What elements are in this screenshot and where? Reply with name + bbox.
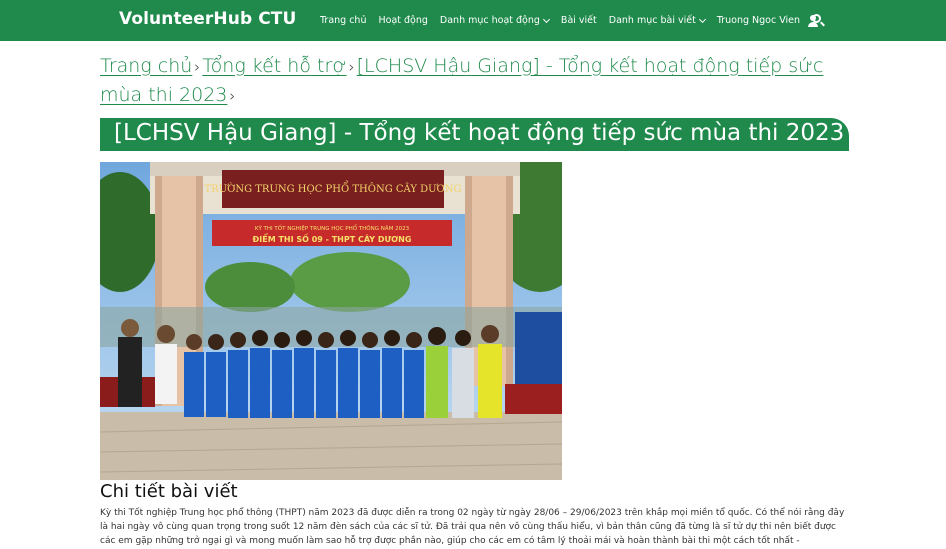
user-name: Truong Ngoc Vien bbox=[716, 15, 801, 26]
breadcrumb-category[interactable]: Tổng kết hỗ trợ bbox=[202, 55, 346, 77]
article-title: [LCHSV Hậu Giang] - Tổng kết hoạt động t… bbox=[114, 120, 845, 146]
nav-post-categories[interactable]: Danh mục bài viết bbox=[608, 15, 706, 26]
breadcrumb: Trang chủ › Tổng kết hỗ trợ › [LCHSV Hậu Gia… bbox=[100, 52, 860, 110]
nav-home-label: Trang chủ bbox=[320, 15, 367, 26]
main-nav: Trang chủ Hoạt động Danh mục hoạt động B… bbox=[320, 0, 831, 41]
nav-post-categories-label: Danh mục bài viết bbox=[608, 15, 696, 26]
banner-line-1: KỲ THI TỐT NGHIỆP TRUNG HỌC PHỔ THÔNG NĂ… bbox=[255, 224, 410, 232]
top-navbar: VolunteerHub CTU Trang chủ Hoạt động Dan… bbox=[0, 0, 946, 41]
breadcrumb-separator: › bbox=[348, 58, 355, 76]
chevron-down-icon bbox=[698, 15, 706, 23]
search-icon[interactable] bbox=[812, 14, 825, 27]
nav-activities-label: Hoạt động bbox=[378, 15, 428, 26]
article-title-bar: [LCHSV Hậu Giang] - Tổng kết hoạt động t… bbox=[100, 118, 849, 151]
nav-home[interactable]: Trang chủ bbox=[320, 15, 366, 26]
article-photo: TRƯỜNG TRUNG HỌC PHỔ THÔNG CÂY DƯƠNG KỲ … bbox=[100, 162, 562, 480]
article-body-text: Kỳ thi Tốt nghiệp Trung học phổ thông (T… bbox=[100, 508, 845, 546]
chevron-down-icon bbox=[542, 15, 550, 23]
breadcrumb-separator: › bbox=[194, 58, 201, 76]
nav-posts[interactable]: Bài viết bbox=[561, 15, 597, 26]
breadcrumb-home[interactable]: Trang chủ bbox=[100, 55, 192, 77]
school-sign-text: TRƯỜNG TRUNG HỌC PHỔ THÔNG CÂY DƯƠNG bbox=[205, 181, 462, 195]
user-menu[interactable]: Truong Ngoc Vien bbox=[716, 14, 819, 27]
breadcrumb-separator: › bbox=[229, 87, 236, 105]
nav-activity-categories[interactable]: Danh mục hoạt động bbox=[439, 15, 550, 26]
brand-logo-text[interactable]: VolunteerHub CTU bbox=[119, 9, 296, 29]
nav-activity-categories-label: Danh mục hoạt động bbox=[439, 15, 540, 26]
section-heading: Chi tiết bài viết bbox=[100, 481, 238, 502]
nav-activities[interactable]: Hoạt động bbox=[378, 15, 427, 26]
nav-posts-label: Bài viết bbox=[560, 15, 597, 26]
